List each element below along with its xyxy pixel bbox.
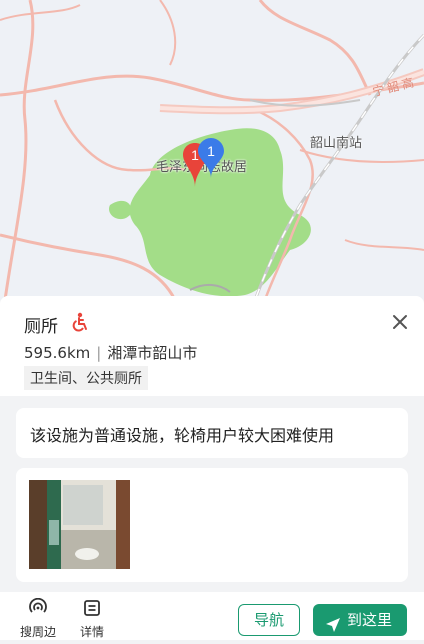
station-label[interactable]: 韶山南站: [310, 132, 362, 151]
details-label: 详情: [79, 625, 104, 639]
go-here-button[interactable]: 到这里: [313, 604, 407, 636]
place-title: 厕所: [24, 317, 58, 337]
search-nearby-label: 搜周边: [19, 625, 56, 639]
place-meta: 595.6km | 湘潭市韶山市: [24, 344, 198, 362]
bottom-action-bar: 搜周边 详情 导航 到这里: [0, 592, 424, 640]
details-button[interactable]: 详情: [72, 598, 112, 640]
accessibility-notice-card: 该设施为普通设施，轮椅用户较大困难使用: [16, 408, 408, 458]
radar-icon: [18, 597, 58, 621]
accessibility-notice-text: 该设施为普通设施，轮椅用户较大困难使用: [30, 426, 335, 445]
place-city: 湘潭市韶山市: [107, 344, 198, 362]
place-detail-sheet: 厕所 595.6km | 湘潭市韶山市 卫生间、公共厕所 该设施为普通设施，轮椅用户…: [0, 296, 424, 640]
close-button[interactable]: [388, 310, 412, 334]
place-distance: 595.6km: [24, 344, 91, 362]
close-icon: [393, 315, 407, 329]
place-category-tag: 卫生间、公共厕所: [24, 366, 148, 390]
map-view[interactable]: 宁韶高 毛泽东同志故居 韶山南站 1 1: [0, 0, 424, 300]
navigation-arrow-icon: [325, 612, 341, 644]
search-nearby-button[interactable]: 搜周边: [18, 597, 58, 640]
place-photo[interactable]: [29, 480, 130, 569]
map-marker-blue-number: 1: [207, 143, 215, 159]
go-here-label: 到这里: [347, 611, 393, 629]
wheelchair-icon: [70, 312, 90, 336]
navigate-button[interactable]: 导航: [238, 604, 300, 636]
photo-card: [16, 468, 408, 582]
details-icon: [72, 598, 112, 621]
place-info-card: 厕所 595.6km | 湘潭市韶山市 卫生间、公共厕所: [0, 296, 424, 396]
map-marker-blue[interactable]: 1: [198, 138, 224, 178]
